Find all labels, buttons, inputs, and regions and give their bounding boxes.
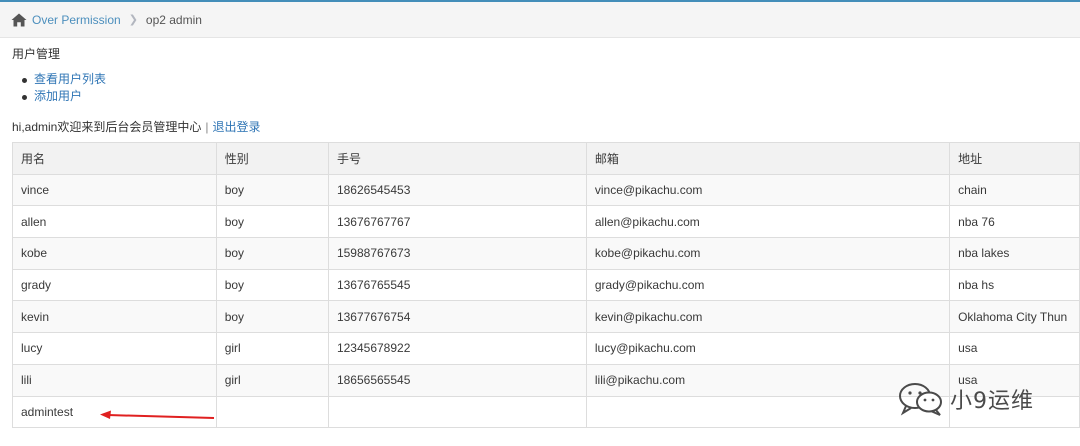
breadcrumb-home-link[interactable]: Over Permission bbox=[32, 13, 121, 27]
cell-address: usa bbox=[949, 332, 1080, 365]
cell-phone: 13676767767 bbox=[327, 205, 587, 239]
column-header-phone: 手号 bbox=[327, 142, 587, 175]
cell-username: vince bbox=[12, 173, 217, 207]
cell-sex: girl bbox=[215, 363, 329, 397]
table-row: lucy girl 12345678922 lucy@pikachu.com usa bbox=[12, 332, 1080, 365]
cell-email bbox=[585, 395, 951, 429]
admin-menu: 查看用户列表 添加用户 bbox=[12, 71, 1080, 105]
welcome-text: hi,admin欢迎来到后台会员管理中心 bbox=[12, 120, 202, 134]
wechat-icon bbox=[899, 383, 942, 416]
cell-phone: 15988767673 bbox=[327, 237, 587, 270]
watermark: 小9运维 bbox=[898, 382, 1034, 416]
section-title: 用户管理 bbox=[12, 47, 61, 61]
cell-email: vince@pikachu.com bbox=[585, 173, 951, 207]
cell-phone: 13676765545 bbox=[327, 268, 587, 302]
cell-address: nba lakes bbox=[949, 237, 1080, 270]
red-arrow-annotation bbox=[100, 410, 215, 419]
breadcrumb-current: op2 admin bbox=[145, 12, 202, 27]
view-user-list-link[interactable]: 查看用户列表 bbox=[34, 72, 106, 86]
main-content: 用户管理 查看用户列表 添加用户 hi,admin欢迎来到后台会员管理中心 | 退出… bbox=[12, 44, 1080, 137]
cell-sex bbox=[215, 395, 329, 429]
cell-sex: boy bbox=[215, 173, 329, 207]
cell-username: lili bbox=[12, 363, 217, 397]
cell-username: grady bbox=[12, 268, 217, 302]
cell-sex: boy bbox=[215, 268, 329, 302]
cell-sex: boy bbox=[215, 205, 329, 239]
column-header-sex: 性别 bbox=[215, 142, 329, 175]
cell-email: kevin@pikachu.com bbox=[585, 300, 951, 334]
table-row: vince boy 18626545453 vince@pikachu.com chai… bbox=[12, 173, 1080, 207]
table-header-row: 用名 性别 手号 邮箱 地址 bbox=[12, 142, 1080, 175]
cell-sex: girl bbox=[215, 332, 329, 365]
cell-address: Oklahoma City Thun bbox=[949, 300, 1080, 334]
cell-username: kevin bbox=[12, 300, 217, 334]
cell-email: grady@pikachu.com bbox=[585, 268, 951, 302]
cell-email: lucy@pikachu.com bbox=[585, 332, 951, 365]
cell-email: allen@pikachu.com bbox=[585, 205, 951, 239]
home-icon[interactable] bbox=[11, 13, 27, 27]
column-header-address: 地址 bbox=[949, 142, 1080, 175]
cell-sex: boy bbox=[215, 300, 329, 334]
cell-phone: 18656565545 bbox=[327, 363, 587, 397]
cell-username: allen bbox=[12, 205, 217, 239]
cell-sex: boy bbox=[215, 237, 329, 270]
table-row: allen boy 13676767767 allen@pikachu.com nba … bbox=[12, 205, 1080, 239]
cell-username: kobe bbox=[12, 237, 217, 270]
cell-address: nba 76 bbox=[949, 205, 1080, 239]
breadcrumb: Over Permission ❯ op2 admin bbox=[0, 2, 1080, 38]
cell-address: nba hs bbox=[949, 268, 1080, 302]
welcome-line: hi,admin欢迎来到后台会员管理中心 | 退出登录 bbox=[12, 117, 1080, 137]
add-user-link[interactable]: 添加用户 bbox=[34, 89, 82, 103]
cell-username: lucy bbox=[12, 332, 217, 365]
cell-phone: 13677676754 bbox=[327, 300, 587, 334]
cell-phone: 12345678922 bbox=[327, 332, 587, 365]
cell-address: chain bbox=[949, 173, 1080, 207]
watermark-text: 小9运维 bbox=[950, 389, 1034, 414]
cell-email: lili@pikachu.com bbox=[585, 363, 951, 397]
column-header-username: 用名 bbox=[12, 142, 217, 175]
logout-link[interactable]: 退出登录 bbox=[212, 120, 260, 134]
table-row: kobe boy 15988767673 kobe@pikachu.com nba la… bbox=[12, 237, 1080, 270]
chevron-right-icon: ❯ bbox=[128, 14, 138, 26]
cell-phone bbox=[327, 395, 587, 429]
table-row: grady boy 13676765545 grady@pikachu.com nba … bbox=[12, 268, 1080, 302]
table-row: kevin boy 13677676754 kevin@pikachu.com Okla… bbox=[12, 300, 1080, 334]
menu-item-add-user: 添加用户 bbox=[22, 88, 1080, 105]
cell-email: kobe@pikachu.com bbox=[585, 237, 951, 270]
welcome-separator: | bbox=[205, 120, 209, 134]
cell-phone: 18626545453 bbox=[327, 173, 587, 207]
menu-item-user-list: 查看用户列表 bbox=[22, 71, 1080, 88]
column-header-email: 邮箱 bbox=[585, 142, 951, 175]
